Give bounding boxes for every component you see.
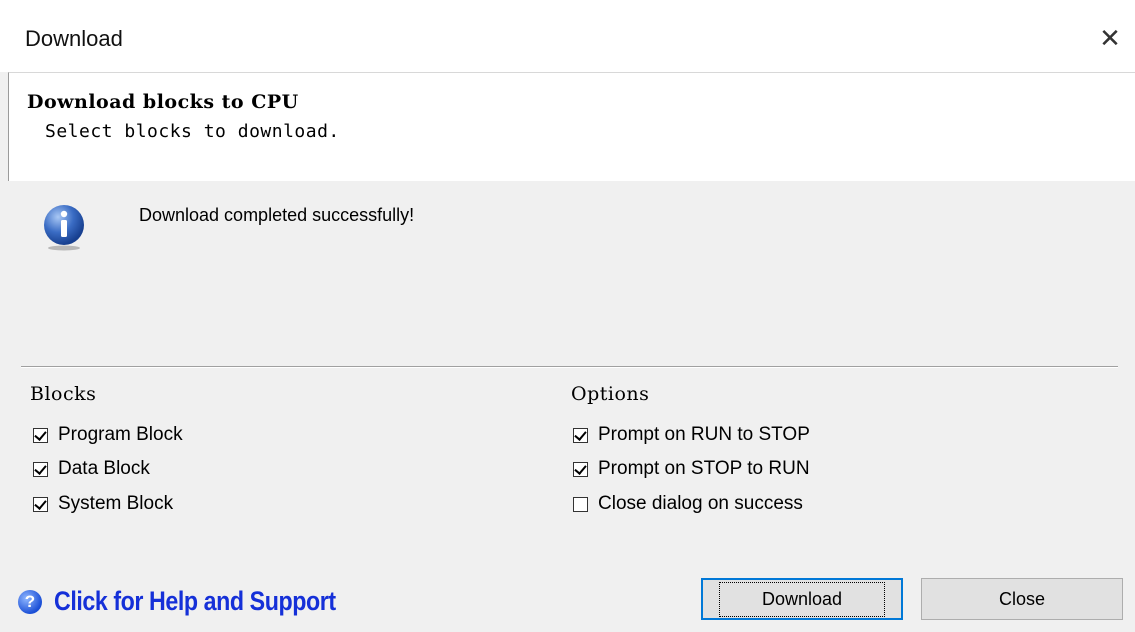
header-subtitle: Select blocks to download. <box>45 121 340 142</box>
program-block-checkbox[interactable]: Program Block <box>33 424 183 446</box>
checkbox-box[interactable] <box>573 427 588 443</box>
header-title: Download blocks to CPU <box>27 91 299 113</box>
download-button[interactable]: Download <box>701 578 903 620</box>
help-icon[interactable]: ? <box>18 589 42 614</box>
close-button-label: Close <box>998 588 1046 609</box>
checkbox-box[interactable] <box>573 496 588 512</box>
prompt-stop-to-run-checkbox[interactable]: Prompt on STOP to RUN <box>573 458 810 480</box>
checkbox-box[interactable] <box>573 461 588 477</box>
dialog-header: Download blocks to CPU Select blocks to … <box>8 72 1135 181</box>
help-link-label[interactable]: Click for Help and Support <box>54 586 336 617</box>
checkbox-label: Prompt on RUN to STOP <box>598 424 810 445</box>
checkbox-label: System Block <box>58 493 174 514</box>
close-icon[interactable]: ✕ <box>1092 20 1128 56</box>
checkbox-box[interactable] <box>33 461 48 477</box>
checkbox-box[interactable] <box>33 496 48 512</box>
blocks-group-title: Blocks <box>30 383 97 405</box>
title-bar: Download ✕ <box>0 0 1135 72</box>
checkbox-label: Prompt on STOP to RUN <box>598 458 810 479</box>
close-button[interactable]: Close <box>921 578 1123 620</box>
close-on-success-checkbox[interactable]: Close dialog on success <box>573 493 803 515</box>
info-icon <box>44 205 84 251</box>
download-button-label: Download <box>718 581 886 617</box>
prompt-run-to-stop-checkbox[interactable]: Prompt on RUN to STOP <box>573 424 810 446</box>
system-block-checkbox[interactable]: System Block <box>33 493 173 515</box>
checkbox-box[interactable] <box>33 427 48 443</box>
options-group-title: Options <box>571 383 650 405</box>
separator <box>21 366 1118 368</box>
checkbox-label: Close dialog on success <box>598 493 803 514</box>
checkbox-label: Data Block <box>58 458 150 479</box>
data-block-checkbox[interactable]: Data Block <box>33 458 150 480</box>
window-title: Download <box>25 26 123 51</box>
help-support-link[interactable]: ? Click for Help and Support <box>18 586 382 617</box>
status-message: Download completed successfully! <box>139 205 415 225</box>
checkbox-label: Program Block <box>58 424 183 445</box>
